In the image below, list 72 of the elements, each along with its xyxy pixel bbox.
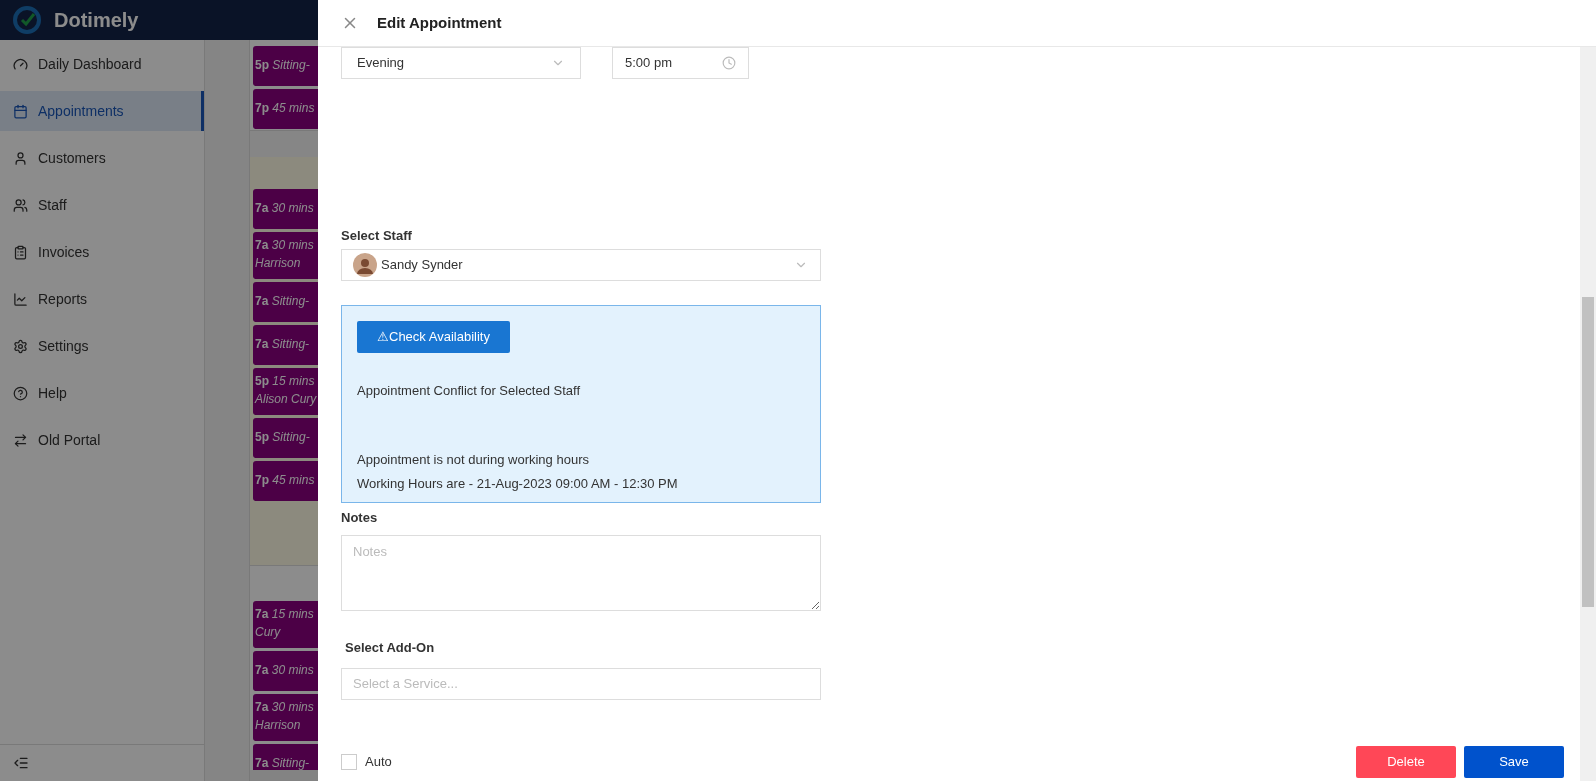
customer-name: Alison Cury [255,391,318,408]
appointment-block[interactable]: 7a 30 mins [253,651,318,691]
addon-field[interactable]: Select a Service... [341,667,821,700]
appointment-block[interactable]: 5p Sitting- [253,418,318,458]
line-chart-icon [13,291,28,307]
appointment-block[interactable]: 7a 30 mins [253,189,318,229]
field-label: Select Add-On [345,639,436,657]
appointment-block[interactable]: 7p 45 mins [253,461,318,501]
logo-icon [12,5,42,35]
sidebar-item[interactable]: Daily Dashboard [0,44,204,84]
appointment-block[interactable]: 7a Sitting- [253,325,318,365]
sidebar-item[interactable]: Reports [0,279,204,319]
appointment-summary: 7p 45 mins [255,100,316,117]
appointment-summary: 5p Sitting- [255,429,311,446]
drawer-title: Edit Appointment [377,12,502,33]
avatar [353,252,377,277]
save-button[interactable]: Save [1464,745,1564,778]
delete-button[interactable]: Delete [1356,745,1456,778]
swap-icon [13,432,28,448]
clipboard-icon [13,244,28,260]
calendar-icon [13,103,28,119]
checkbox-label: Auto [365,752,392,771]
scrollbar-thumb[interactable] [1582,297,1594,607]
appointment-summary: 7a 30 mins [255,200,315,217]
sidebar-item[interactable]: Customers [0,138,204,178]
brand-name: Dotimely [54,8,139,33]
horizontal-scrollbar[interactable] [250,770,318,781]
field-label: Notes [341,508,379,527]
appointment-block[interactable]: 7a Sitting- [253,282,318,322]
appointment-summary: 5p 15 mins [255,373,316,390]
notes-field[interactable]: Notes [341,535,821,611]
gauge-icon [13,56,28,72]
appointment-block[interactable]: 7a 15 mins Cury [253,601,318,648]
user-icon [13,150,28,166]
sidebar-item[interactable]: Staff [0,185,204,225]
appointment-summary: 7p 45 mins [255,472,316,489]
appointment-block[interactable]: 7a Sitting- [253,744,318,770]
availability-message: Working Hours are - 21-Aug-2023 09:00 AM - 12:30 PM [357,474,679,493]
appointment-block[interactable]: 5p 15 mins Alison Cury [253,368,318,415]
users-icon [13,197,28,213]
appointment-summary: 7a Sitting- [255,755,311,770]
appointment-summary: 7a Sitting- [255,293,311,310]
appointment-summary: 7a Sitting- [255,336,311,353]
appointment-block[interactable]: 5p Sitting- [253,46,318,86]
appointment-summary: 5p Sitting- [255,57,311,74]
appointment-summary: 7a 30 mins [255,699,315,716]
appointment-block[interactable]: 7a 30 mins Harrison [253,232,318,279]
clock-icon [722,56,736,70]
checkbox[interactable] [341,753,357,770]
appointment-block[interactable]: 7a 30 mins Harrison [253,694,318,741]
availability-message: Appointment Conflict for Selected Staff [357,381,582,400]
field-label: Select Staff [341,227,413,245]
appointment-summary: 7a 30 mins [255,237,315,254]
appointment-summary: 7a 15 mins [255,606,315,623]
help-icon [13,385,28,401]
appointment-block[interactable]: 7p 45 mins [253,89,318,129]
period-select[interactable]: Evening [341,47,581,79]
customer-name: Cury [255,624,282,641]
sidebar-item[interactable]: Invoices [0,232,204,272]
staff-select[interactable]: Sandy Synder [341,248,821,281]
time-field[interactable]: 5:00 pm [612,47,749,79]
sidebar-item[interactable]: Old Portal [0,420,204,460]
sidebar-item[interactable]: Appointments [0,91,204,131]
appointment-summary: 7a 30 mins [255,662,315,679]
customer-name: Harrison [255,717,302,734]
availability-message: Appointment is not during working hours [357,451,590,469]
customer-name: Harrison [255,255,302,272]
sidebar-item[interactable]: Settings [0,326,204,366]
collapse-icon[interactable] [13,755,29,771]
settings-icon [13,338,28,354]
check-availability-button[interactable]: ⚠Check Availability [357,320,510,353]
sidebar-item[interactable]: Help [0,373,204,413]
